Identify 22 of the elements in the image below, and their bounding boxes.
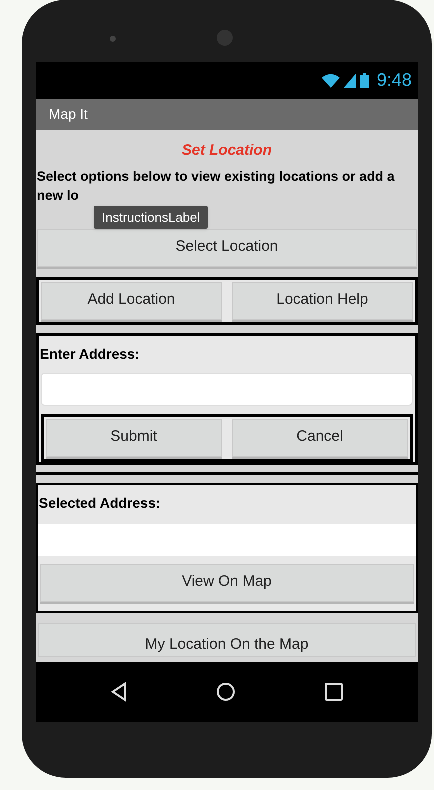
recents-icon	[325, 683, 344, 701]
address-input-field[interactable]	[41, 372, 413, 406]
app-button[interactable]: My Location On the Map	[38, 622, 416, 656]
back-icon	[110, 682, 127, 702]
app-button[interactable]: Location Help	[232, 282, 413, 320]
wifi-icon	[322, 74, 340, 88]
app-title: Map It	[49, 105, 88, 124]
app-button[interactable]: Add Location	[41, 282, 222, 320]
selected-address-label: Selected Address:	[38, 494, 162, 512]
instructions-text: Select options below to view existing locations or add a new lo	[37, 168, 396, 204]
camera-icon	[110, 36, 116, 42]
battery-icon	[360, 73, 369, 88]
signal-icon	[344, 74, 356, 88]
home-icon	[216, 682, 236, 702]
tooltip: InstructionsLabel	[94, 206, 208, 229]
address-label: Enter Address:	[40, 344, 141, 364]
app-button[interactable]: Cancel	[232, 418, 408, 456]
app-button[interactable]: View On Map	[40, 564, 414, 602]
app-button[interactable]: Select Location	[37, 228, 417, 266]
app-button[interactable]: Submit	[46, 418, 222, 456]
status-time: 9:48	[376, 69, 412, 92]
heading: Set Location	[182, 141, 272, 161]
